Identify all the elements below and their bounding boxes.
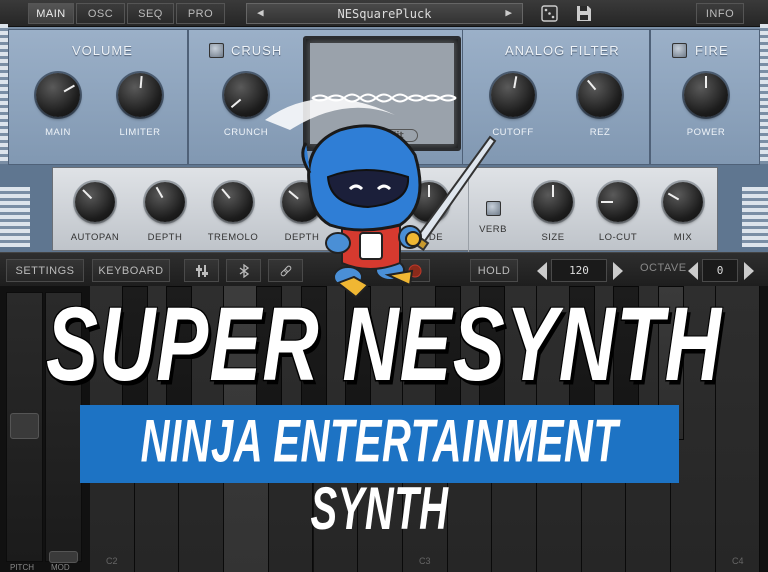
top-toolbar: MAIN OSC SEQ PRO ◀ NESquarePluck ▶ INFO [0,0,768,27]
fire-toggle[interactable] [672,43,687,58]
limiter-knob[interactable] [118,73,162,117]
autopan-label: AUTOPAN [70,232,120,243]
tab-pro[interactable]: PRO [176,3,225,24]
floppy-disk-icon[interactable] [576,5,592,22]
autopan-knob[interactable] [75,182,115,222]
tab-seq[interactable]: SEQ [127,3,174,24]
pitch-wheel-label: PITCH [10,563,34,572]
limiter-label: LIMITER [119,127,161,138]
reverb-mix-label: MIX [673,232,693,243]
triangle-right-icon[interactable]: ▶ [505,6,512,19]
octave-display[interactable]: 0 [702,259,738,282]
main-volume-knob[interactable] [36,73,80,117]
sliders-button[interactable] [184,259,219,282]
keyboard-label: KEYBOARD [98,264,164,277]
octave-label: OCTAVE [640,262,687,274]
dice-icon[interactable] [541,5,558,22]
ninja-icon [265,98,497,299]
sliders-icon [195,264,208,277]
note-label-c2: C2 [106,556,118,566]
preset-selector[interactable]: ◀ NESquarePluck ▶ [246,3,523,24]
note-label-c3: C3 [419,556,431,566]
tab-osc[interactable]: OSC [76,3,125,24]
volume-title: VOLUME [72,43,133,58]
tab-osc-label: OSC [87,7,114,20]
lo-cut-knob[interactable] [598,182,638,222]
crush-toggle[interactable] [209,43,224,58]
left-lower-grille [0,187,30,247]
tempo-value: 120 [569,264,589,277]
tab-main-label: MAIN [36,7,66,20]
crush-title: CRUSH [231,43,283,58]
keyboard-button[interactable]: KEYBOARD [92,259,170,282]
preset-name: NESquarePluck [337,6,432,21]
right-grille [760,24,768,164]
rez-label: REZ [589,127,611,138]
bluetooth-icon [239,263,249,278]
rez-knob[interactable] [578,73,622,117]
right-lower-grille [742,187,768,247]
power-knob[interactable] [684,73,728,117]
tab-main[interactable]: MAIN [28,3,74,24]
info-label: INFO [705,7,735,20]
promo-subtitle: NINJA ENTERTAINMENT SYNTH [140,409,619,543]
tempo-up-icon[interactable] [613,262,623,280]
fire-title: FIRE [695,43,729,58]
main-volume-label: MAIN [45,127,71,138]
info-button[interactable]: INFO [696,3,744,24]
tremolo-knob[interactable] [213,182,253,222]
tab-pro-label: PRO [187,7,214,20]
analog-filter-title: ANALOG FILTER [505,43,620,58]
reverb-mix-knob[interactable] [663,182,703,222]
tab-seq-label: SEQ [138,7,163,20]
power-label: POWER [686,127,726,138]
octave-up-icon[interactable] [744,262,754,280]
octave-value: 0 [716,264,724,277]
octave-down-icon[interactable] [688,262,698,280]
note-label-c4: C4 [732,556,744,566]
settings-label: SETTINGS [15,264,75,277]
autopan-depth-knob[interactable] [145,182,185,222]
mod-wheel-thumb[interactable] [49,551,78,563]
triangle-left-icon[interactable]: ◀ [257,6,264,19]
mod-wheel-label: MOD [51,563,70,572]
tempo-display[interactable]: 120 [551,259,607,282]
reverb-size-knob[interactable] [533,182,573,222]
pitch-wheel-thumb[interactable] [10,413,39,439]
settings-button[interactable]: SETTINGS [6,259,84,282]
tempo-down-icon[interactable] [537,262,547,280]
left-grille [0,24,8,164]
